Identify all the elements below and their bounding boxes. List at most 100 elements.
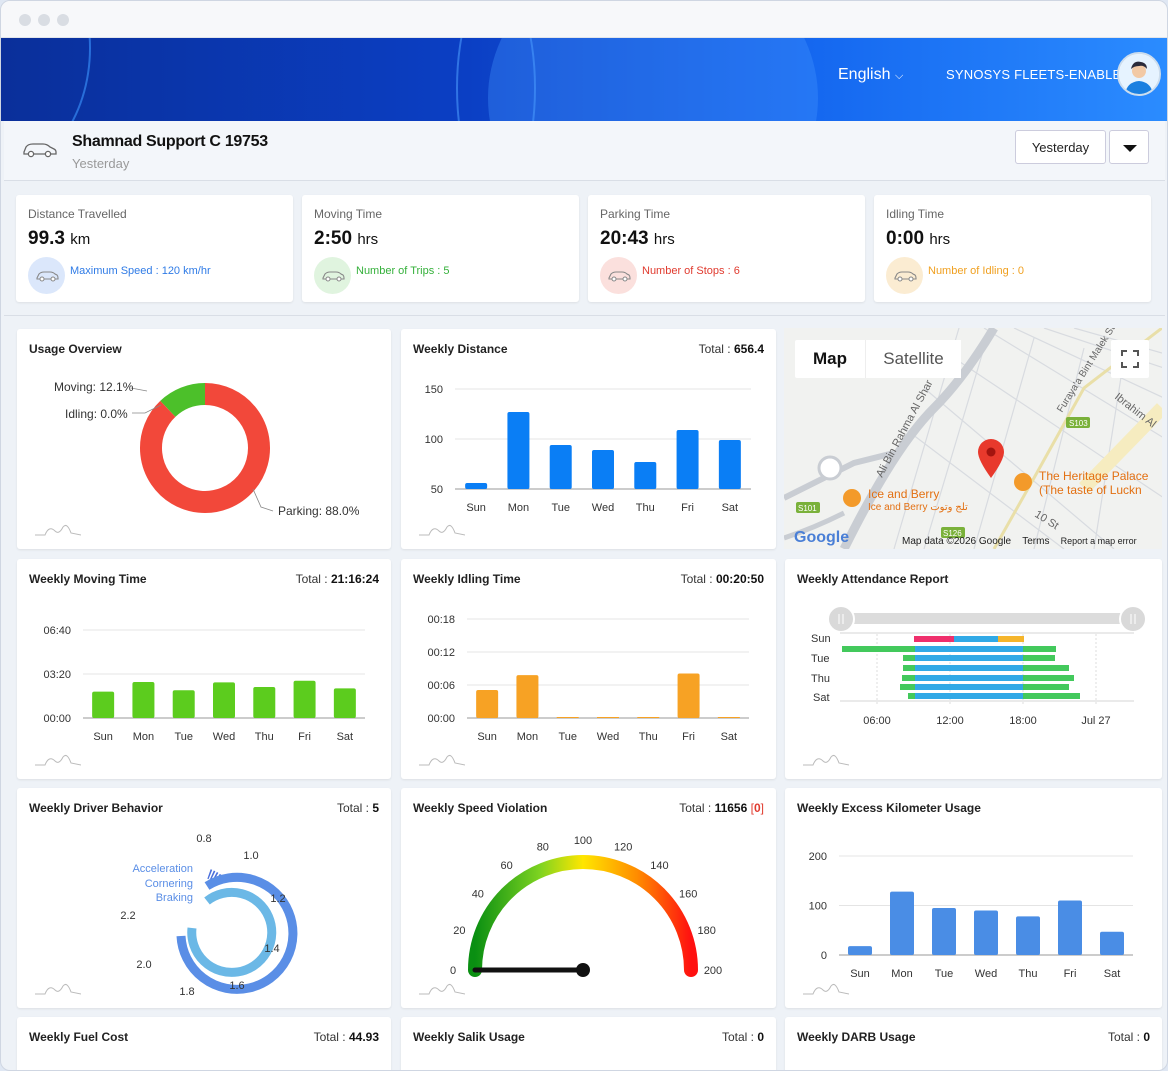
window-dot[interactable] — [57, 14, 69, 26]
bar-sat[interactable] — [1100, 931, 1124, 955]
attendance-bar[interactable] — [915, 665, 1023, 671]
bar-fri[interactable] — [676, 430, 699, 489]
location-pin-icon[interactable] — [978, 438, 1004, 478]
card-excess-km: Weekly Excess Kilometer Usage 0 100 200 Sun… — [785, 788, 1162, 1008]
satellite-tab[interactable]: Satellite — [865, 340, 961, 378]
attendance-bar[interactable] — [915, 684, 1023, 690]
attendance-bar[interactable] — [998, 636, 1024, 642]
bar-thu[interactable] — [253, 686, 276, 718]
bar-tue[interactable] — [556, 717, 579, 718]
restaurant-icon[interactable] — [1014, 473, 1032, 491]
attendance-bar[interactable] — [900, 684, 915, 690]
card-fuel-cost: Weekly Fuel Cost Total : 44.93 — [17, 1017, 391, 1070]
gauge-tick-label: 80 — [537, 841, 549, 853]
usage-donut-chart[interactable]: Moving: 12.1% Idling: 0.0% Parking: 88.0… — [17, 329, 391, 549]
attendance-bar[interactable] — [1023, 655, 1055, 661]
donut-slice-parking[interactable] — [140, 383, 270, 513]
card-darb-usage: Weekly DARB Usage Total : 0 — [785, 1017, 1162, 1070]
speed-gauge[interactable]: 0 20 40 60 80 100 120 140 160 180 200 — [401, 788, 776, 1008]
bar-wed[interactable] — [213, 682, 235, 718]
stat-sub: Number of Trips : 5 — [356, 265, 450, 277]
bar-mon[interactable] — [507, 412, 530, 489]
attendance-bar[interactable] — [903, 665, 915, 671]
bar-mon[interactable] — [890, 891, 914, 955]
legend-cornering: Cornering — [145, 878, 193, 890]
bar-wed[interactable] — [974, 910, 998, 955]
attendance-bar[interactable] — [954, 636, 998, 642]
period-dropdown-button[interactable] — [1109, 130, 1149, 164]
attendance-bar[interactable] — [908, 693, 915, 699]
range-slider-track[interactable] — [842, 613, 1134, 624]
attendance-bar[interactable] — [915, 646, 1023, 652]
bar-fri[interactable] — [1058, 900, 1082, 955]
attendance-bar[interactable] — [902, 675, 915, 681]
bar-fri[interactable] — [677, 673, 700, 718]
x-tick-label: Wed — [597, 731, 619, 743]
poi-label: Ice and Berry — [868, 487, 939, 501]
bar-tue[interactable] — [549, 445, 572, 489]
attendance-bar[interactable] — [914, 636, 954, 642]
weekly-idling-chart[interactable]: 00:00 00:06 00:12 00:18 Sun Mon Tue Wed Thu Fri Sa… — [401, 559, 776, 779]
attendance-bar[interactable] — [842, 646, 915, 652]
bar-mon[interactable] — [132, 681, 155, 718]
map-report-link[interactable]: Report a map error — [1061, 536, 1137, 546]
x-tick-label: Sat — [721, 731, 738, 743]
bar-sat[interactable] — [718, 440, 741, 489]
tick-label: 1.0 — [243, 850, 258, 862]
bar-sun[interactable] — [465, 483, 488, 489]
gauge-tick-label: 60 — [500, 860, 512, 872]
bar-sun[interactable] — [476, 689, 499, 718]
bar-tue[interactable] — [172, 690, 195, 718]
attendance-bar[interactable] — [1023, 646, 1056, 652]
attendance-bar[interactable] — [1023, 675, 1074, 681]
card-title: Weekly Fuel Cost — [29, 1030, 129, 1044]
bar-sat[interactable] — [333, 688, 356, 718]
map-terms-link[interactable]: Terms — [1022, 536, 1049, 547]
bar-mon[interactable] — [516, 675, 539, 718]
donut-slice-moving[interactable] — [160, 383, 206, 418]
map-view[interactable]: S103 S101 S126 Ali Bin Rahma Al Shar Fur… — [784, 328, 1162, 549]
bar-thu[interactable] — [1016, 916, 1040, 955]
bar-fri[interactable] — [293, 680, 316, 718]
caret-down-icon — [1123, 145, 1137, 152]
watermark-icon — [419, 984, 465, 995]
x-tick-label: Sun — [93, 731, 113, 743]
pie-label-idling: Idling: 0.0% — [65, 407, 128, 421]
restaurant-icon[interactable] — [843, 489, 861, 507]
attendance-bar[interactable] — [1023, 684, 1069, 690]
attendance-bar[interactable] — [915, 675, 1023, 681]
avatar[interactable] — [1117, 52, 1161, 96]
weekly-distance-chart[interactable]: 50 100 150 Sun Mon Tue Wed Thu Fri Sat — [401, 329, 776, 549]
language-selector[interactable]: English ⌵ — [838, 66, 903, 84]
weekly-moving-chart[interactable]: 00:00 03:20 06:40 Sun Mon Tue Wed Thu Fri Sat — [17, 559, 391, 779]
bar-wed[interactable] — [597, 717, 619, 718]
radial-bar-braking[interactable] — [187, 887, 277, 977]
x-tick-label: Thu — [1019, 968, 1038, 980]
driver-behavior-chart[interactable]: Acceleration Cornering Braking 0.8 1.0 1… — [17, 788, 391, 1008]
fullscreen-icon — [1121, 350, 1139, 368]
bar-thu[interactable] — [634, 462, 657, 489]
excess-km-chart[interactable]: 0 100 200 Sun Mon Tue Wed Thu Fri Sat — [785, 788, 1162, 1008]
window-dot[interactable] — [38, 14, 50, 26]
attendance-chart[interactable]: Sun Tue Thu Sat 06:00 12:00 18:00 Jul 27 — [785, 559, 1162, 779]
period-button[interactable]: Yesterday — [1015, 130, 1106, 164]
bar-sun[interactable] — [848, 946, 872, 955]
attendance-bar[interactable] — [915, 693, 1023, 699]
bar-sat[interactable] — [717, 717, 740, 718]
x-tick-label: Wed — [592, 502, 614, 514]
attendance-bar[interactable] — [903, 655, 915, 661]
range-slider-handle[interactable] — [1119, 605, 1147, 633]
fullscreen-button[interactable] — [1111, 340, 1149, 378]
bar-wed[interactable] — [592, 450, 614, 489]
window-dot[interactable] — [19, 14, 31, 26]
map-tab[interactable]: Map — [795, 340, 865, 378]
x-tick-label: Fri — [1064, 968, 1077, 980]
attendance-bar[interactable] — [1023, 693, 1080, 699]
bar-tue[interactable] — [932, 907, 956, 955]
bar-thu[interactable] — [637, 717, 660, 718]
attendance-bar[interactable] — [915, 655, 1023, 661]
attendance-bar[interactable] — [1023, 665, 1069, 671]
bar-sun[interactable] — [92, 691, 115, 718]
car-icon — [28, 257, 65, 294]
range-slider-handle[interactable] — [827, 605, 855, 633]
